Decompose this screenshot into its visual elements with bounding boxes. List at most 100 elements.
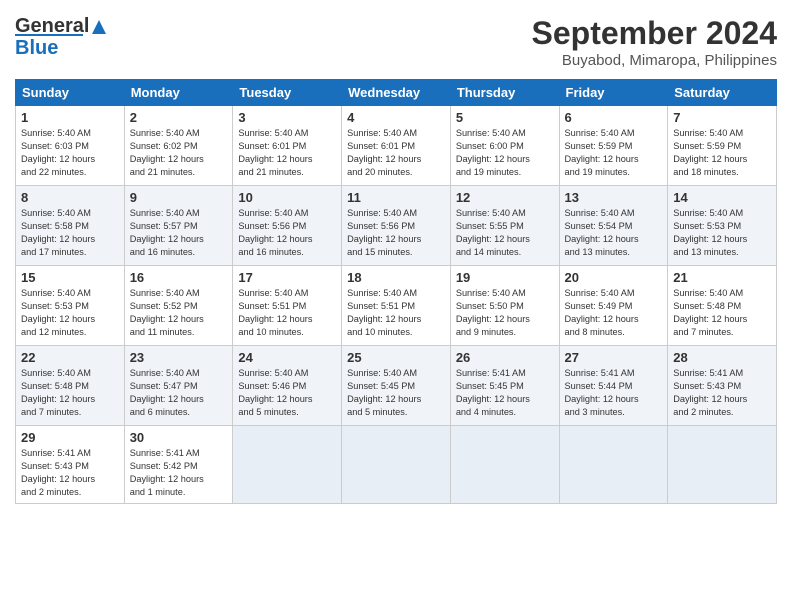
col-friday: Friday [559, 80, 668, 106]
day-number: 7 [673, 110, 771, 125]
table-row [668, 426, 777, 504]
col-thursday: Thursday [450, 80, 559, 106]
table-row: 13 Sunrise: 5:40 AMSunset: 5:54 PMDayligh… [559, 186, 668, 266]
day-info: Sunrise: 5:40 AMSunset: 6:00 PMDaylight:… [456, 128, 530, 177]
table-row: 25 Sunrise: 5:40 AMSunset: 5:45 PMDayligh… [342, 346, 451, 426]
day-info: Sunrise: 5:40 AMSunset: 5:58 PMDaylight:… [21, 208, 95, 257]
table-row: 15 Sunrise: 5:40 AMSunset: 5:53 PMDayligh… [16, 266, 125, 346]
day-number: 20 [565, 270, 663, 285]
day-info: Sunrise: 5:40 AMSunset: 5:46 PMDaylight:… [238, 368, 312, 417]
table-row: 9Sunrise: 5:40 AMSunset: 5:57 PMDaylight… [124, 186, 233, 266]
col-sunday: Sunday [16, 80, 125, 106]
table-row: 8 Sunrise: 5:40 AMSunset: 5:58 PMDaylight… [16, 186, 125, 266]
table-row: 30Sunrise: 5:41 AMSunset: 5:42 PMDayligh… [124, 426, 233, 504]
day-info: Sunrise: 5:40 AMSunset: 5:45 PMDaylight:… [347, 368, 421, 417]
day-number: 19 [456, 270, 554, 285]
calendar-table: Sunday Monday Tuesday Wednesday Thursday… [15, 79, 777, 504]
day-number: 26 [456, 350, 554, 365]
table-row: 27 Sunrise: 5:41 AMSunset: 5:44 PMDayligh… [559, 346, 668, 426]
day-number: 22 [21, 350, 119, 365]
day-info: Sunrise: 5:40 AMSunset: 5:56 PMDaylight:… [238, 208, 312, 257]
day-info: Sunrise: 5:40 AMSunset: 5:51 PMDaylight:… [347, 288, 421, 337]
table-row: 4Sunrise: 5:40 AMSunset: 6:01 PMDaylight… [342, 106, 451, 186]
table-row: 17Sunrise: 5:40 AMSunset: 5:51 PMDayligh… [233, 266, 342, 346]
table-row: 10 Sunrise: 5:40 AMSunset: 5:56 PMDayligh… [233, 186, 342, 266]
day-number: 11 [347, 190, 445, 205]
day-info: Sunrise: 5:41 AMSunset: 5:42 PMDaylight:… [130, 448, 204, 497]
day-info: Sunrise: 5:40 AMSunset: 5:49 PMDaylight:… [565, 288, 639, 337]
table-row [233, 426, 342, 504]
table-row: 6Sunrise: 5:40 AMSunset: 5:59 PMDaylight… [559, 106, 668, 186]
logo-blue: Blue [15, 34, 83, 60]
day-info: Sunrise: 5:40 AMSunset: 5:48 PMDaylight:… [21, 368, 95, 417]
day-number: 23 [130, 350, 228, 365]
table-row [342, 426, 451, 504]
table-row: 3Sunrise: 5:40 AMSunset: 6:01 PMDaylight… [233, 106, 342, 186]
logo: General Blue [15, 15, 108, 60]
day-number: 27 [565, 350, 663, 365]
table-row: 21Sunrise: 5:40 AMSunset: 5:48 PMDayligh… [668, 266, 777, 346]
day-info: Sunrise: 5:41 AMSunset: 5:43 PMDaylight:… [21, 448, 95, 497]
col-monday: Monday [124, 80, 233, 106]
table-row: 11 Sunrise: 5:40 AMSunset: 5:56 PMDayligh… [342, 186, 451, 266]
location: Buyabod, Mimaropa, Philippines [532, 52, 777, 69]
day-info: Sunrise: 5:40 AMSunset: 6:01 PMDaylight:… [238, 128, 312, 177]
day-number: 12 [456, 190, 554, 205]
day-number: 17 [238, 270, 336, 285]
day-number: 9 [130, 190, 228, 205]
table-row: 16Sunrise: 5:40 AMSunset: 5:52 PMDayligh… [124, 266, 233, 346]
table-row: 12 Sunrise: 5:40 AMSunset: 5:55 PMDayligh… [450, 186, 559, 266]
day-number: 25 [347, 350, 445, 365]
month-title: September 2024 [532, 15, 777, 52]
logo-icon [90, 18, 108, 36]
day-info: Sunrise: 5:40 AMSunset: 5:56 PMDaylight:… [347, 208, 421, 257]
day-info: Sunrise: 5:40 AMSunset: 5:53 PMDaylight:… [673, 208, 747, 257]
col-wednesday: Wednesday [342, 80, 451, 106]
header: General Blue September 2024 Buyabod, Mim… [15, 15, 777, 69]
table-row: 19 Sunrise: 5:40 AMSunset: 5:50 PMDayligh… [450, 266, 559, 346]
col-saturday: Saturday [668, 80, 777, 106]
day-number: 24 [238, 350, 336, 365]
day-info: Sunrise: 5:41 AMSunset: 5:43 PMDaylight:… [673, 368, 747, 417]
day-info: Sunrise: 5:40 AMSunset: 5:53 PMDaylight:… [21, 288, 95, 337]
day-info: Sunrise: 5:40 AMSunset: 5:47 PMDaylight:… [130, 368, 204, 417]
table-row: 24 Sunrise: 5:40 AMSunset: 5:46 PMDayligh… [233, 346, 342, 426]
day-info: Sunrise: 5:40 AMSunset: 5:52 PMDaylight:… [130, 288, 204, 337]
table-row: 5 Sunrise: 5:40 AMSunset: 6:00 PMDaylight… [450, 106, 559, 186]
day-number: 1 [21, 110, 119, 125]
day-number: 10 [238, 190, 336, 205]
day-info: Sunrise: 5:40 AMSunset: 5:55 PMDaylight:… [456, 208, 530, 257]
day-number: 28 [673, 350, 771, 365]
day-info: Sunrise: 5:40 AMSunset: 5:59 PMDaylight:… [673, 128, 747, 177]
day-info: Sunrise: 5:41 AMSunset: 5:45 PMDaylight:… [456, 368, 530, 417]
table-row: 1 Sunrise: 5:40 AMSunset: 6:03 PMDaylight… [16, 106, 125, 186]
day-number: 2 [130, 110, 228, 125]
day-info: Sunrise: 5:40 AMSunset: 5:54 PMDaylight:… [565, 208, 639, 257]
table-row: 7 Sunrise: 5:40 AMSunset: 5:59 PMDaylight… [668, 106, 777, 186]
day-info: Sunrise: 5:40 AMSunset: 5:48 PMDaylight:… [673, 288, 747, 337]
col-tuesday: Tuesday [233, 80, 342, 106]
day-number: 5 [456, 110, 554, 125]
table-row [559, 426, 668, 504]
header-row: Sunday Monday Tuesday Wednesday Thursday… [16, 80, 777, 106]
day-number: 8 [21, 190, 119, 205]
day-number: 13 [565, 190, 663, 205]
day-info: Sunrise: 5:40 AMSunset: 5:59 PMDaylight:… [565, 128, 639, 177]
table-row: 28 Sunrise: 5:41 AMSunset: 5:43 PMDayligh… [668, 346, 777, 426]
table-row: 23 Sunrise: 5:40 AMSunset: 5:47 PMDayligh… [124, 346, 233, 426]
table-row: 18Sunrise: 5:40 AMSunset: 5:51 PMDayligh… [342, 266, 451, 346]
table-row: 26 Sunrise: 5:41 AMSunset: 5:45 PMDayligh… [450, 346, 559, 426]
day-info: Sunrise: 5:41 AMSunset: 5:44 PMDaylight:… [565, 368, 639, 417]
day-number: 15 [21, 270, 119, 285]
calendar-container: General Blue September 2024 Buyabod, Mim… [0, 0, 792, 514]
table-row: 20 Sunrise: 5:40 AMSunset: 5:49 PMDayligh… [559, 266, 668, 346]
table-row: 29 Sunrise: 5:41 AMSunset: 5:43 PMDayligh… [16, 426, 125, 504]
table-row: 2 Sunrise: 5:40 AMSunset: 6:02 PMDaylight… [124, 106, 233, 186]
day-info: Sunrise: 5:40 AMSunset: 5:50 PMDaylight:… [456, 288, 530, 337]
day-info: Sunrise: 5:40 AMSunset: 6:03 PMDaylight:… [21, 128, 95, 177]
title-section: September 2024 Buyabod, Mimaropa, Philip… [532, 15, 777, 69]
table-row: 14Sunrise: 5:40 AMSunset: 5:53 PMDayligh… [668, 186, 777, 266]
table-row: 22 Sunrise: 5:40 AMSunset: 5:48 PMDayligh… [16, 346, 125, 426]
day-number: 29 [21, 430, 119, 445]
day-info: Sunrise: 5:40 AMSunset: 6:02 PMDaylight:… [130, 128, 204, 177]
